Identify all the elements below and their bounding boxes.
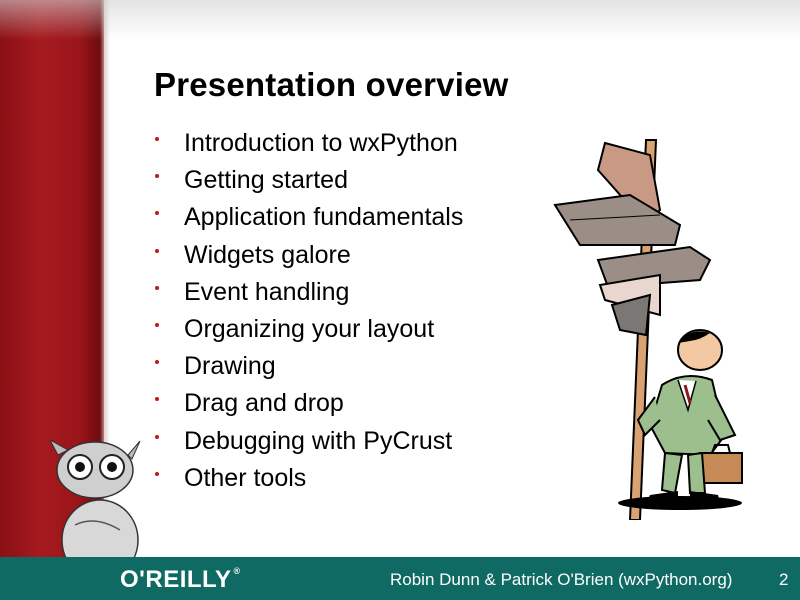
bullet-text: Getting started	[184, 166, 348, 195]
list-item: Other tools	[155, 460, 463, 497]
bullet-icon	[155, 285, 159, 290]
list-item: Application fundamentals	[155, 199, 463, 236]
bullet-icon	[155, 174, 159, 179]
bullet-text: Application fundamentals	[184, 203, 464, 232]
bullet-text: Debugging with PyCrust	[184, 426, 453, 455]
bullet-text: Event handling	[184, 277, 350, 306]
bullet-text: Widgets galore	[184, 240, 351, 269]
footer-authors: Robin Dunn & Patrick O'Brien (wxPython.o…	[390, 570, 733, 589]
signpost-man-illustration	[553, 139, 743, 520]
logo-registered-mark: ®	[233, 566, 241, 576]
bullet-text: Drag and drop	[184, 389, 344, 418]
list-item: Widgets galore	[155, 237, 463, 274]
oreilly-logo: O'REILLY ®	[120, 566, 241, 594]
bullet-icon	[155, 137, 159, 141]
list-item: Drawing	[155, 348, 463, 385]
bullet-list: Introduction to wxPython Getting started…	[155, 125, 463, 497]
bullet-text: Other tools	[184, 463, 307, 492]
bullet-icon	[155, 248, 159, 253]
list-item: Drag and drop	[155, 385, 463, 422]
list-item: Organizing your layout	[155, 311, 463, 348]
list-item: Event handling	[155, 274, 463, 311]
bullet-text: Drawing	[184, 352, 276, 381]
list-item: Introduction to wxPython	[155, 125, 463, 162]
page-number: 2	[779, 570, 789, 589]
bullet-icon	[155, 360, 159, 365]
bullet-icon	[155, 397, 159, 402]
bullet-text: Introduction to wxPython	[184, 129, 458, 158]
bullet-icon	[155, 211, 159, 216]
bullet-text: Organizing your layout	[184, 315, 435, 344]
slide-title: Presentation overview	[154, 66, 509, 103]
bullet-icon	[155, 322, 159, 327]
list-item: Getting started	[155, 162, 463, 199]
top-gradient	[0, 0, 800, 40]
logo-text: O'REILLY	[120, 566, 232, 593]
list-item: Debugging with PyCrust	[155, 423, 463, 460]
